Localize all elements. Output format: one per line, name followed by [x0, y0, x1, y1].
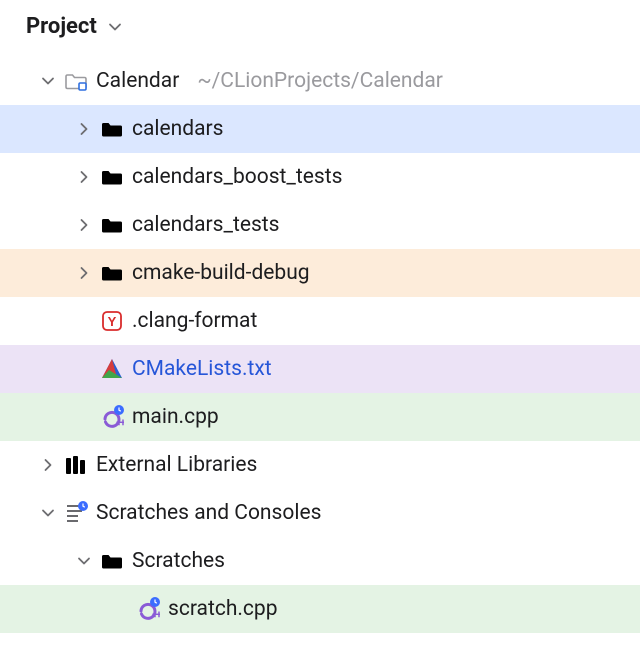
- chevron-down-icon: [107, 19, 123, 35]
- panel-header[interactable]: Project: [0, 0, 640, 57]
- node-label: Calendar: [96, 69, 179, 93]
- tree-node-file-cmakelists[interactable]: CMakeLists.txt: [0, 345, 640, 393]
- chevron-right-icon[interactable]: [70, 121, 98, 137]
- panel-title: Project: [26, 14, 97, 39]
- folder-icon: [98, 215, 126, 235]
- chevron-right-icon[interactable]: [70, 217, 98, 233]
- tree-node-file-scratch-cpp[interactable]: scratch.cpp: [0, 585, 640, 633]
- chevron-down-icon[interactable]: [70, 553, 98, 569]
- excluded-folder-icon: [98, 263, 126, 283]
- cpp-file-icon: [98, 405, 126, 429]
- node-label: calendars: [132, 117, 223, 141]
- tree-node-folder-calendars[interactable]: calendars: [0, 105, 640, 153]
- node-label: Scratches and Consoles: [96, 501, 321, 525]
- cpp-scratch-file-icon: [134, 597, 162, 621]
- node-label: calendars_tests: [132, 213, 280, 237]
- chevron-right-icon[interactable]: [70, 169, 98, 185]
- tree-node-folder-scratches[interactable]: Scratches: [0, 537, 640, 585]
- node-label: Scratches: [132, 549, 225, 573]
- tree-node-folder-boost-tests[interactable]: calendars_boost_tests: [0, 153, 640, 201]
- chevron-down-icon[interactable]: [34, 73, 62, 89]
- folder-icon: [98, 119, 126, 139]
- node-label: CMakeLists.txt: [132, 357, 272, 381]
- scratches-icon: [62, 501, 90, 525]
- tree-node-external-libraries[interactable]: External Libraries: [0, 441, 640, 489]
- tree-node-project-root[interactable]: Calendar ~/CLionProjects/Calendar: [0, 57, 640, 105]
- node-label: .clang-format: [132, 309, 257, 333]
- tree-node-folder-tests[interactable]: calendars_tests: [0, 201, 640, 249]
- tree-node-file-clang-format[interactable]: .clang-format: [0, 297, 640, 345]
- folder-icon: [98, 167, 126, 187]
- chevron-right-icon[interactable]: [34, 457, 62, 473]
- node-label: calendars_boost_tests: [132, 165, 342, 189]
- tree-node-folder-cmake-build-debug[interactable]: cmake-build-debug: [0, 249, 640, 297]
- node-label: scratch.cpp: [168, 597, 278, 621]
- node-label: External Libraries: [96, 453, 257, 477]
- project-tree: Calendar ~/CLionProjects/Calendar calend…: [0, 57, 640, 633]
- yaml-file-icon: [98, 309, 126, 333]
- node-label: cmake-build-debug: [132, 261, 310, 285]
- tree-node-file-main-cpp[interactable]: main.cpp: [0, 393, 640, 441]
- tree-node-scratches-and-consoles[interactable]: Scratches and Consoles: [0, 489, 640, 537]
- node-path: ~/CLionProjects/Calendar: [197, 69, 443, 93]
- folder-icon: [98, 551, 126, 571]
- node-label: main.cpp: [132, 405, 219, 429]
- module-folder-icon: [62, 71, 90, 91]
- cmake-file-icon: [98, 357, 126, 381]
- chevron-right-icon[interactable]: [70, 265, 98, 281]
- libraries-icon: [62, 453, 90, 477]
- chevron-down-icon[interactable]: [34, 505, 62, 521]
